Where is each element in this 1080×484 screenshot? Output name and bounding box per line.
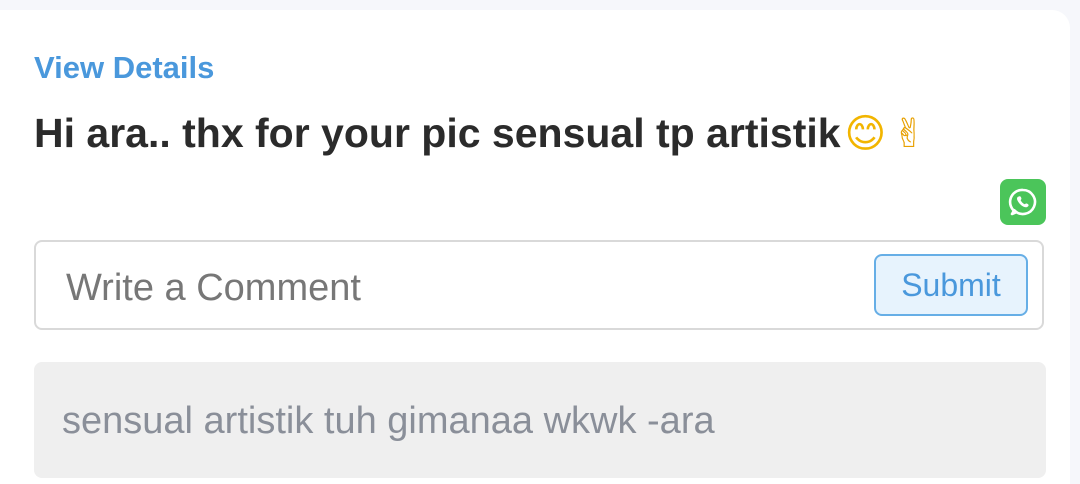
view-details-link[interactable]: View Details bbox=[34, 50, 214, 86]
submit-button[interactable]: Submit bbox=[874, 254, 1028, 316]
comment-input[interactable] bbox=[64, 260, 868, 316]
post-message: Hi ara.. thx for your pic sensual tp art… bbox=[34, 110, 926, 157]
reply-bubble: sensual artistik tuh gimanaa wkwk -ara bbox=[34, 362, 1046, 478]
victory-hand-emoji-icon: ✌ bbox=[892, 110, 926, 157]
whatsapp-share-button[interactable] bbox=[1000, 179, 1046, 225]
reply-text: sensual artistik tuh gimanaa wkwk -ara bbox=[62, 400, 715, 442]
post-card: View Details Hi ara.. thx for your pic s… bbox=[0, 10, 1070, 484]
message-text: Hi ara.. thx for your pic sensual tp art… bbox=[34, 110, 841, 156]
whatsapp-icon bbox=[1008, 188, 1037, 216]
comment-form: Submit bbox=[34, 240, 1044, 330]
smiling-face-emoji-icon: 😊 bbox=[844, 110, 887, 157]
